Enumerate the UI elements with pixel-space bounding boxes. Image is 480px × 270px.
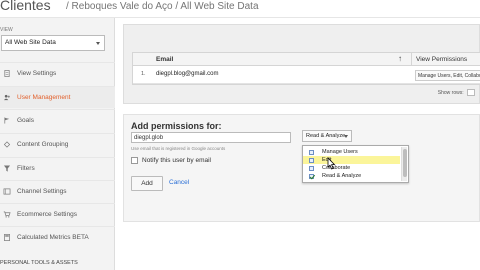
show-rows-control[interactable]: Show rows: [438,89,475,96]
sidebar-item-label: Goals [17,117,34,124]
flag-icon [4,117,10,124]
sidebar-item-user-management[interactable]: User Management [0,86,115,108]
breadcrumb[interactable]: / Reboques Vale do Aço / All Web Site Da… [66,1,259,12]
sidebar-item-ecommerce-settings[interactable]: Ecommerce Settings [0,203,115,225]
column-header-permissions: View Permissions [411,53,467,65]
add-permissions-title: Add permissions for: [131,121,222,131]
page-title: Clientes [0,0,51,13]
page-header: Clientes / Reboques Vale do Aço / All We… [0,0,480,18]
users-table: Email ↑ View Permissions 1. diegpl.blog@… [132,52,480,85]
cart-icon [3,211,11,218]
users-table-panel: Email ↑ View Permissions 1. diegpl.blog@… [123,24,480,104]
permissions-dropdown-value: Read & Analyze [306,133,346,139]
add-permissions-panel: Add permissions for: diegpl.glob Use ema… [123,114,480,222]
sidebar-item-label: Ecommerce Settings [17,211,77,218]
mouse-pointer-icon [327,157,336,170]
row-permissions-select[interactable]: Manage Users, Edit, Collaborate, Re [415,70,480,81]
email-helper-text: Use email that is registered in Google a… [131,146,226,151]
sidebar-item-goals[interactable]: Goals [0,109,115,131]
users-icon [3,94,10,101]
option-checkbox[interactable] [309,149,314,155]
option-checkbox[interactable] [309,165,314,171]
row-number: 1. [141,71,146,77]
show-rows-label: Show rows: [437,89,464,96]
notify-checkbox[interactable] [131,157,138,164]
email-field[interactable]: diegpl.glob [131,132,291,143]
sort-arrow-icon[interactable]: ↑ [398,54,402,63]
permissions-dropdown[interactable]: Read & Analyze [302,130,352,142]
permission-option-read-analyze[interactable]: Read & Analyze [303,172,400,180]
view-label: VIEW [0,27,13,33]
sidebar-item-view-settings[interactable]: View Settings [0,62,115,84]
calculator-icon [4,234,10,241]
scrollbar-thumb[interactable] [403,149,407,177]
grouping-icon [3,141,11,148]
chevron-down-icon [96,42,100,45]
permission-option-collaborate[interactable]: Collaborate [303,164,400,172]
chevron-down-icon [344,135,348,138]
document-icon [4,70,10,77]
sidebar-item-label: Calculated Metrics BETA [17,234,89,241]
sidebar-item-filters[interactable]: Filters [0,157,115,179]
row-email: diegpl.blog@gmail.com [156,71,219,77]
permission-option-edit[interactable]: Edit [303,156,400,164]
sidebar: VIEW All Web Site Data View Settings Use… [0,18,115,270]
filter-icon [3,165,11,172]
table-header: Email ↑ View Permissions [133,53,480,66]
permission-option-manage-users[interactable]: Manage Users [303,148,400,156]
channel-icon [3,188,11,195]
table-row: 1. diegpl.blog@gmail.com Manage Users, E… [133,66,480,84]
cancel-link[interactable]: Cancel [169,179,189,186]
option-label: Manage Users [322,149,358,155]
sidebar-item-label: Content Grouping [17,141,69,148]
sidebar-item-label: Channel Settings [17,188,67,195]
permissions-list: Manage Users Edit Collaborate Read & Ana… [302,145,409,183]
sidebar-item-content-grouping[interactable]: Content Grouping [0,133,115,155]
sidebar-item-label: User Management [17,94,71,101]
view-select-value: All Web Site Data [5,39,56,46]
option-checkbox[interactable] [309,157,314,163]
view-select[interactable]: All Web Site Data [1,35,105,51]
section-footer: PERSONAL TOOLS & ASSETS [0,260,78,266]
sidebar-item-channel-settings[interactable]: Channel Settings [0,180,115,202]
column-header-email[interactable]: Email [156,56,173,63]
permissions-scrollbar[interactable] [401,147,407,181]
add-button[interactable]: Add [131,176,163,191]
option-label: Read & Analyze [322,173,362,179]
sidebar-item-label: Filters [17,165,35,172]
notify-label: Notify this user by email [142,157,211,164]
main-content: Email ↑ View Permissions 1. diegpl.blog@… [115,18,480,270]
sidebar-item-label: View Settings [17,70,57,77]
option-checkbox[interactable] [309,173,314,179]
sidebar-item-calculated-metrics[interactable]: Calculated Metrics BETA [0,226,115,248]
notify-option[interactable]: Notify this user by email [131,157,211,164]
show-rows-select[interactable] [467,89,475,96]
